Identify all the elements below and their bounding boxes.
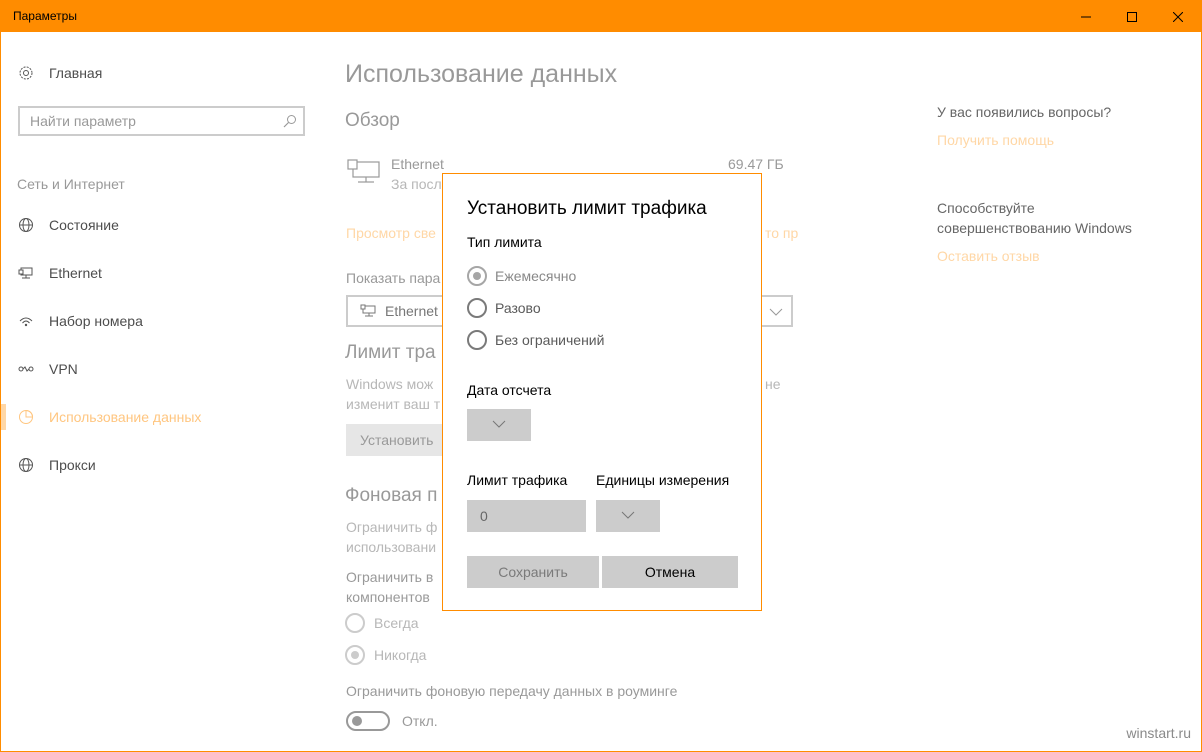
dialup-icon [17,312,35,330]
sidebar-item-label: VPN [49,361,78,377]
view-details-link[interactable]: Просмотр све [346,225,436,241]
globe-icon [17,216,35,234]
show-params-label: Показать пара [346,270,441,286]
chevron-down-icon [621,507,635,525]
questions-text: У вас появились вопросы? [937,104,1112,120]
bg-restrict-line2: компонентов [346,589,430,605]
roaming-toggle[interactable] [346,711,390,731]
search-icon [283,114,297,131]
sidebar: Главная Найти параметр Сеть и Интернет С… [1,32,331,751]
dialog-title: Установить лимит трафика [467,198,707,219]
radio-one-time[interactable] [467,298,487,318]
minimize-icon [1081,16,1091,17]
radio-one-time-label: Разово [495,300,541,316]
view-details-link-tail[interactable]: то пр [765,225,798,241]
sidebar-item-data-usage[interactable]: Использование данных [17,405,201,429]
close-button[interactable] [1155,1,1201,32]
chevron-down-icon [492,416,506,434]
bg-restrict-line1: Ограничить в [346,569,434,585]
sidebar-item-status[interactable]: Состояние [17,213,119,237]
limit-description-line1: Windows мож [346,376,434,392]
vpn-icon [17,360,35,378]
radio-unlimited[interactable] [467,330,487,350]
sidebar-item-proxy[interactable]: Прокси [17,453,96,477]
sidebar-item-label: Использование данных [49,409,202,425]
roaming-label: Ограничить фоновую передачу данных в роу… [346,683,678,699]
background-heading: Фоновая п [345,485,438,506]
maximize-icon [1127,11,1137,22]
settings-window: Параметры Главная Найти параметр Сеть и … [0,0,1202,752]
sidebar-item-vpn[interactable]: VPN [17,357,78,381]
network-select-value: Ethernet [385,303,438,319]
traffic-limit-input[interactable]: 0 [467,500,586,532]
feedback-link[interactable]: Оставить отзыв [937,248,1040,264]
home-label: Главная [49,65,103,81]
units-label: Единицы измерения [596,472,730,488]
set-limit-button[interactable]: Установить [346,424,456,456]
section-label: Сеть и Интернет [17,176,125,192]
sidebar-item-dialup[interactable]: Набор номера [17,309,143,333]
overview-subtitle: За посл [391,176,442,192]
watermark: winstart.ru [1126,725,1191,741]
radio-monthly[interactable] [467,266,487,286]
home-link[interactable]: Главная [17,61,102,85]
ethernet-icon [17,264,35,282]
roaming-toggle-state: Откл. [402,713,438,729]
sidebar-item-label: Набор номера [49,313,143,329]
improve-text-line2: совершенствованию Windows [937,220,1132,236]
search-placeholder: Найти параметр [30,113,136,129]
get-help-link[interactable]: Получить помощь [937,132,1054,148]
window-title: Параметры [13,9,77,23]
overview-network-name: Ethernet [391,156,444,172]
improve-text-line1: Способствуйте [937,200,1035,216]
radio-never[interactable] [345,645,365,665]
limit-description-line2: изменит ваш т [346,396,441,412]
page-title: Использование данных [345,60,618,88]
radio-monthly-label: Ежемесячно [495,268,577,284]
overview-heading: Обзор [345,110,400,131]
select-ethernet-icon [360,304,376,323]
radio-unlimited-label: Без ограничений [495,332,605,348]
active-indicator [1,404,6,430]
bg-description-line1: Ограничить ф [346,519,438,535]
chevron-down-icon [769,305,783,323]
reset-date-label: Дата отсчета [467,382,552,398]
save-button[interactable]: Сохранить [467,556,599,588]
maximize-button[interactable] [1109,1,1155,32]
data-usage-icon [17,408,35,426]
sidebar-item-label: Ethernet [49,265,102,281]
limit-heading: Лимит тра [345,342,436,363]
sidebar-item-label: Прокси [49,457,96,473]
traffic-limit-label: Лимит трафика [467,472,568,488]
minimize-button[interactable] [1063,1,1109,32]
radio-never-label: Никогда [374,647,427,663]
bg-description-line2: использовани [346,539,437,555]
sidebar-item-label: Состояние [49,217,119,233]
units-dropdown[interactable] [596,500,660,532]
proxy-globe-icon [17,456,35,474]
set-limit-dialog: Установить лимит трафика Тип лимита Ежем… [442,173,762,611]
gear-icon [17,64,35,82]
limit-type-label: Тип лимита [467,234,542,250]
search-input[interactable]: Найти параметр [18,106,305,136]
reset-date-dropdown[interactable] [467,409,531,441]
title-bar: Параметры [1,1,1201,32]
overview-ethernet-icon [347,158,381,191]
sidebar-item-ethernet[interactable]: Ethernet [17,261,102,285]
overview-usage: 69.47 ГБ [728,156,784,172]
radio-always[interactable] [345,613,365,633]
cancel-button[interactable]: Отмена [602,556,738,588]
radio-always-label: Всегда [374,615,419,631]
close-icon [1173,11,1183,22]
limit-description-line1-tail: не [765,376,781,392]
